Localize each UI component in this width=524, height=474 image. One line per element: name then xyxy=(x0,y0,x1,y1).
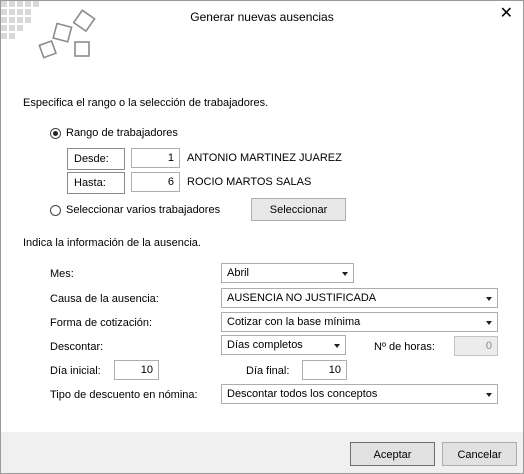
app-logo-icon xyxy=(1,1,96,59)
payroll-discount-label: Tipo de descuento en nómina: xyxy=(50,389,198,401)
to-input[interactable]: 6 xyxy=(131,172,180,192)
contribution-select[interactable]: Cotizar con la base mínima xyxy=(221,312,498,332)
start-day-label: Día inicial: xyxy=(50,365,101,377)
discount-value: Días completos xyxy=(227,339,303,351)
discount-label: Descontar: xyxy=(50,341,104,353)
chevron-down-icon xyxy=(486,297,492,301)
range-radio[interactable] xyxy=(50,128,61,139)
workers-heading: Especifica el rango o la selección de tr… xyxy=(23,97,269,109)
from-label: Desde: xyxy=(67,148,125,170)
cancel-button[interactable]: Cancelar xyxy=(442,442,517,466)
hours-input: 0 xyxy=(454,336,498,356)
start-day-input[interactable]: 10 xyxy=(114,360,159,380)
month-value: Abril xyxy=(227,267,250,279)
payroll-discount-select[interactable]: Descontar todos los conceptos xyxy=(221,384,498,404)
cause-select[interactable]: AUSENCIA NO JUSTIFICADA xyxy=(221,288,498,308)
cause-label: Causa de la ausencia: xyxy=(50,293,159,305)
contribution-label: Forma de cotización: xyxy=(50,317,153,329)
select-workers-button[interactable]: Seleccionar xyxy=(251,198,346,221)
chevron-down-icon xyxy=(342,272,348,276)
hours-label: Nº de horas: xyxy=(374,341,435,353)
from-worker-name: ANTONIO MARTINEZ JUAREZ xyxy=(187,152,342,164)
multiple-radio[interactable] xyxy=(50,205,61,216)
end-day-label: Día final: xyxy=(246,365,290,377)
dialog-footer: Aceptar Cancelar xyxy=(1,432,523,473)
range-option-label[interactable]: Rango de trabajadores xyxy=(66,127,178,139)
multiple-option-label[interactable]: Seleccionar varios trabajadores xyxy=(66,204,220,216)
chevron-down-icon xyxy=(334,344,340,348)
month-label: Mes: xyxy=(50,268,74,280)
accept-button[interactable]: Aceptar xyxy=(350,442,435,466)
cause-value: AUSENCIA NO JUSTIFICADA xyxy=(227,292,377,304)
payroll-discount-value: Descontar todos los conceptos xyxy=(227,388,378,400)
close-icon[interactable]: ✕ xyxy=(500,5,513,23)
to-worker-name: ROCIO MARTOS SALAS xyxy=(187,176,312,188)
end-day-input[interactable]: 10 xyxy=(302,360,347,380)
contribution-value: Cotizar con la base mínima xyxy=(227,316,361,328)
month-select[interactable]: Abril xyxy=(221,263,354,283)
from-input[interactable]: 1 xyxy=(131,148,180,168)
discount-select[interactable]: Días completos xyxy=(221,335,346,355)
dialog-window: Generar nuevas ausencias ✕ Especifica el… xyxy=(0,0,524,474)
chevron-down-icon xyxy=(486,321,492,325)
chevron-down-icon xyxy=(486,393,492,397)
to-label: Hasta: xyxy=(67,172,125,194)
absence-heading: Indica la información de la ausencia. xyxy=(23,237,201,249)
